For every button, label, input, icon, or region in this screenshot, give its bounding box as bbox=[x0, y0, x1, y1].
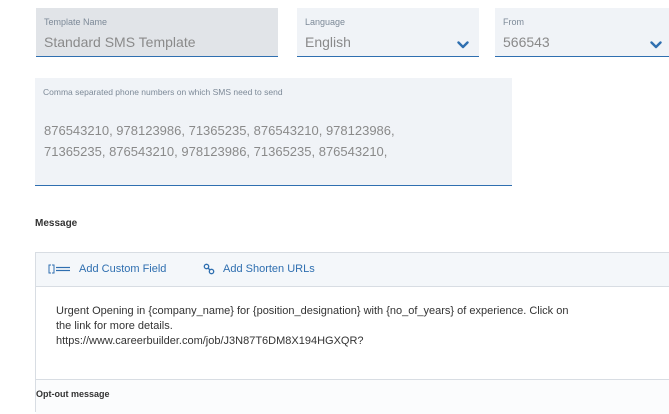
phone-numbers-field[interactable]: Comma separated phone numbers on which S… bbox=[35, 78, 512, 186]
message-toolbar: Add Custom Field Add Shorten URLs bbox=[36, 253, 669, 287]
phone-numbers-value[interactable]: 876543210, 978123986, 71365235, 87654321… bbox=[44, 120, 504, 162]
from-label: From bbox=[503, 17, 524, 27]
message-line: https://www.careerbuilder.com/job/J3N87T… bbox=[56, 335, 364, 347]
phone-numbers-label: Comma separated phone numbers on which S… bbox=[43, 87, 283, 97]
message-heading: Message bbox=[35, 218, 78, 229]
phone-numbers-line: 876543210, 978123986, 71365235, 87654321… bbox=[44, 123, 395, 138]
add-shorten-urls-button[interactable]: Add Shorten URLs bbox=[203, 263, 315, 275]
language-label: Language bbox=[305, 17, 346, 27]
chevron-down-icon[interactable] bbox=[457, 40, 469, 50]
template-name-label: Template Name bbox=[44, 17, 108, 27]
language-select[interactable]: Language English bbox=[297, 8, 479, 57]
language-value: English bbox=[305, 34, 351, 50]
phone-numbers-line: 71365235, 876543210, 978123986, 71365235… bbox=[44, 144, 388, 159]
chevron-down-icon[interactable] bbox=[650, 40, 662, 50]
add-shorten-urls-label: Add Shorten URLs bbox=[223, 263, 315, 275]
optout-section: Opt-out message bbox=[36, 379, 669, 414]
custom-field-icon bbox=[48, 264, 70, 274]
from-select[interactable]: From 566543 bbox=[495, 8, 669, 57]
message-editor[interactable]: Add Custom Field Add Shorten URLs Urgent… bbox=[35, 252, 669, 414]
add-custom-field-button[interactable]: Add Custom Field bbox=[47, 263, 166, 275]
template-name-field: Template Name Standard SMS Template bbox=[36, 8, 278, 57]
template-name-value: Standard SMS Template bbox=[44, 34, 196, 50]
optout-message-label: Opt-out message bbox=[36, 389, 110, 399]
message-body[interactable]: Urgent Opening in {company_name} for {po… bbox=[56, 304, 656, 349]
link-icon bbox=[203, 263, 215, 275]
message-line: Urgent Opening in {company_name} for {po… bbox=[56, 305, 569, 317]
add-custom-field-label: Add Custom Field bbox=[79, 263, 167, 275]
from-value: 566543 bbox=[503, 34, 550, 50]
message-line: the link for more details. bbox=[56, 320, 173, 332]
